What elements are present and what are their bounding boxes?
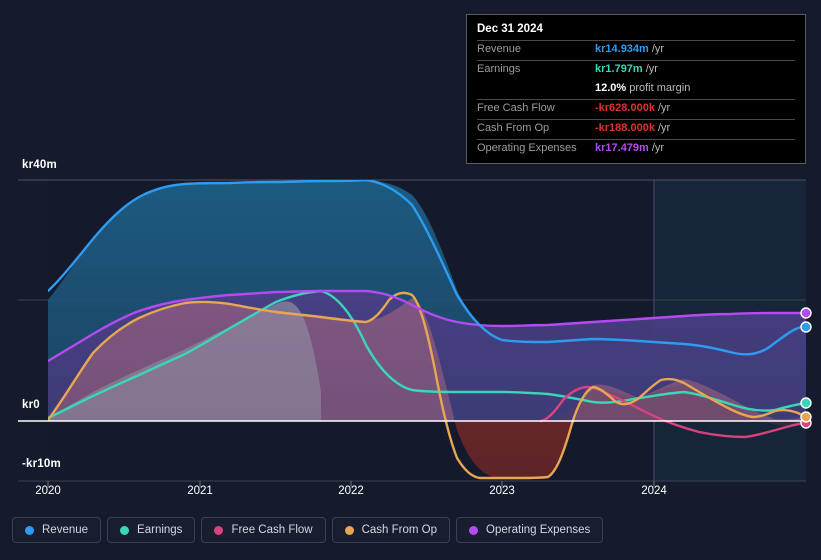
tooltip-unit-free-cash-flow: /yr <box>657 102 671 114</box>
legend-dot-operating-expenses <box>469 525 479 535</box>
tooltip-date: Dec 31 2024 <box>477 23 543 35</box>
tooltip-label-revenue: Revenue <box>477 43 522 55</box>
legend-label-operating-expenses: Operating Expenses <box>486 524 591 536</box>
x-axis-label-2023: 2023 <box>489 485 515 497</box>
tooltip-row-free-cash-flow: Free Cash Flow -kr628.000k /yr <box>477 99 795 119</box>
legend-item-revenue[interactable]: Revenue <box>12 517 102 543</box>
tooltip-label-cash-from-op: Cash From Op <box>477 122 550 134</box>
tooltip-unit-profit-margin: profit margin <box>629 82 691 94</box>
tooltip-unit-revenue: /yr <box>651 43 665 55</box>
legend-item-earnings[interactable]: Earnings <box>107 517 196 543</box>
tooltip-label-operating-expenses: Operating Expenses <box>477 142 577 154</box>
legend-item-free-cash-flow[interactable]: Free Cash Flow <box>201 517 326 543</box>
endpoint-cash-from-op[interactable] <box>800 411 812 423</box>
tooltip-unit-operating-expenses: /yr <box>651 142 665 154</box>
legend-label-revenue: Revenue <box>42 524 89 536</box>
legend-dot-revenue <box>25 525 34 535</box>
data-tooltip: Dec 31 2024 Revenue kr14.934m /yr Earnin… <box>466 14 806 164</box>
endpoint-earnings[interactable] <box>800 397 812 409</box>
tooltip-row-profit-margin: 12.0% profit margin <box>477 80 795 99</box>
legend-label-earnings: Earnings <box>137 524 183 536</box>
legend-dot-free-cash-flow <box>214 525 224 535</box>
tooltip-value-free-cash-flow: -kr628.000k <box>595 102 655 114</box>
legend-dot-cash-from-op <box>344 525 354 535</box>
x-axis-label-2020: 2020 <box>35 485 61 497</box>
legend-label-cash-from-op: Cash From Op <box>361 524 438 536</box>
tooltip-value-profit-margin: 12.0% <box>595 82 627 94</box>
tooltip-value-operating-expenses: kr17.479m <box>595 142 649 154</box>
legend-item-cash-from-op[interactable]: Cash From Op <box>331 517 451 543</box>
y-axis-label-zero: kr0 <box>19 399 43 411</box>
x-axis-label-2024: 2024 <box>641 485 667 497</box>
chart-legend: Revenue Earnings Free Cash Flow Cash Fro… <box>12 517 604 543</box>
tooltip-row-cash-from-op: Cash From Op -kr188.000k /yr <box>477 119 795 139</box>
tooltip-label-free-cash-flow: Free Cash Flow <box>477 102 555 114</box>
tooltip-unit-cash-from-op: /yr <box>657 122 671 134</box>
tooltip-row-revenue: Revenue kr14.934m /yr <box>477 40 795 60</box>
y-axis-label-top: kr40m <box>19 159 60 171</box>
endpoint-revenue[interactable] <box>800 321 812 333</box>
x-axis-label-2022: 2022 <box>338 485 364 497</box>
tooltip-value-revenue: kr14.934m <box>595 43 649 55</box>
tooltip-row-operating-expenses: Operating Expenses kr17.479m /yr <box>477 139 795 159</box>
tooltip-row-earnings: Earnings kr1.797m /yr <box>477 60 795 80</box>
x-axis-label-2021: 2021 <box>187 485 213 497</box>
financial-chart-app: kr40m kr0 -kr10m 2020 2021 2022 2023 202… <box>0 0 821 560</box>
tooltip-value-cash-from-op: -kr188.000k <box>595 122 655 134</box>
legend-dot-earnings <box>120 525 130 535</box>
legend-item-operating-expenses[interactable]: Operating Expenses <box>456 517 604 543</box>
tooltip-label-earnings: Earnings <box>477 63 521 75</box>
tooltip-unit-earnings: /yr <box>645 63 658 75</box>
y-axis-label-bottom: -kr10m <box>19 458 64 470</box>
tooltip-value-earnings: kr1.797m <box>595 63 643 75</box>
endpoint-operating-expenses[interactable] <box>800 307 812 319</box>
legend-label-free-cash-flow: Free Cash Flow <box>231 524 313 536</box>
